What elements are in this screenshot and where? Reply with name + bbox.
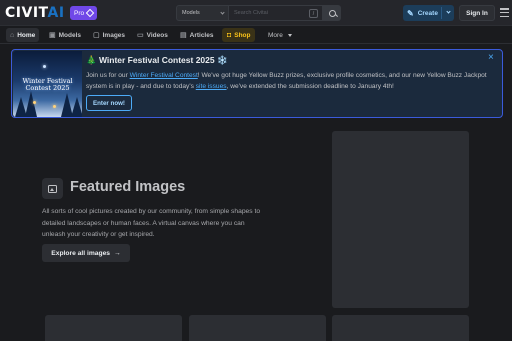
tree-shape [25, 91, 37, 117]
create-label: Create [417, 9, 438, 17]
top-header: CIVITAI Pro Models Search Civitai / ✎ Cr… [0, 0, 512, 26]
image-card[interactable] [332, 315, 469, 341]
pro-badge[interactable]: Pro [70, 6, 98, 20]
nav-item-shop[interactable]: ◘ Shop [222, 28, 256, 42]
nav-more-label: More [268, 31, 283, 39]
main-nav: ⌂ Home ▣ Models ▢ Images ▭ Videos ▤ Arti… [0, 26, 512, 44]
banner-title: 🎄 Winter Festival Contest 2025 ❄️ [86, 55, 228, 65]
nav-item-label: Home [17, 31, 36, 39]
nav-item-videos[interactable]: ▭ Videos [137, 28, 168, 42]
banner-text: , we've extended the submission deadline… [226, 83, 394, 90]
section-description: All sorts of cool pictures created by ou… [42, 208, 261, 238]
nav-item-label: Articles [189, 31, 214, 39]
tree-shape [71, 97, 82, 117]
book-icon: ▤ [180, 32, 187, 39]
lantern-glow [33, 101, 36, 104]
enter-now-button[interactable]: Enter now! [86, 95, 132, 111]
search-icon [328, 9, 336, 17]
banner-body: Join us for our Winter Festival Contest!… [86, 70, 496, 92]
nav-item-images[interactable]: ▢ Images [93, 28, 125, 42]
banner-text: Join us for our [86, 72, 130, 79]
cube-icon: ▣ [49, 32, 56, 39]
search-input[interactable]: Search Civitai / [229, 5, 323, 21]
star-glow [43, 65, 46, 68]
arrow-right-icon: → [114, 249, 121, 257]
nav-item-models[interactable]: ▣ Models [49, 28, 81, 42]
home-icon: ⌂ [10, 31, 15, 39]
sign-in-label: Sign In [466, 9, 488, 17]
contest-link[interactable]: Winter Festival Contest [130, 72, 198, 79]
caret-down-icon [287, 33, 292, 37]
photo-icon: ▢ [93, 32, 100, 39]
chevron-down-icon [220, 9, 225, 15]
explore-images-button[interactable]: Explore all images → [42, 244, 130, 262]
contest-image-title: Winter Festival Contest 2025 [22, 77, 73, 92]
pro-label: Pro [74, 9, 85, 17]
search-scope-select[interactable]: Models [176, 5, 229, 21]
shopping-bag-icon: ◘ [227, 31, 232, 39]
search-placeholder: Search Civitai [234, 10, 268, 16]
nav-more-menu[interactable]: More [268, 28, 292, 42]
site-issues-link[interactable]: site issues [196, 83, 227, 90]
lantern-glow [53, 105, 56, 108]
menu-icon[interactable] [500, 8, 509, 17]
search-bar: Models Search Civitai / [176, 5, 341, 21]
section-title: Featured Images [70, 179, 186, 195]
create-divider [441, 7, 442, 19]
nav-item-label: Videos [146, 31, 168, 39]
image-card[interactable] [332, 131, 469, 308]
create-button[interactable]: ✎ Create [403, 5, 454, 21]
civitai-logo[interactable]: CIVITAI [5, 5, 65, 21]
nav-item-label: Images [102, 31, 126, 39]
nav-item-label: Shop [234, 31, 251, 39]
image-card[interactable] [45, 315, 182, 341]
brush-icon: ✎ [407, 8, 414, 18]
image-card[interactable] [189, 315, 326, 341]
nav-item-label: Models [58, 31, 82, 39]
nav-item-home[interactable]: ⌂ Home [6, 28, 40, 42]
search-button[interactable] [323, 5, 341, 21]
diamond-icon [85, 8, 95, 18]
search-scope-value: Models [182, 10, 200, 16]
logo-accent-text: AI [47, 5, 65, 21]
logo-main-text: CIVIT [5, 5, 48, 21]
shortcut-key-hint: / [309, 9, 318, 18]
video-icon: ▭ [137, 32, 144, 39]
nav-item-articles[interactable]: ▤ Articles [180, 28, 213, 42]
sign-in-button[interactable]: Sign In [459, 5, 495, 21]
contest-image[interactable]: Winter Festival Contest 2025 [13, 51, 82, 117]
photo-icon [42, 178, 63, 199]
explore-label: Explore all images [51, 249, 111, 257]
chevron-down-icon[interactable] [446, 9, 451, 14]
close-icon[interactable]: × [488, 53, 494, 63]
